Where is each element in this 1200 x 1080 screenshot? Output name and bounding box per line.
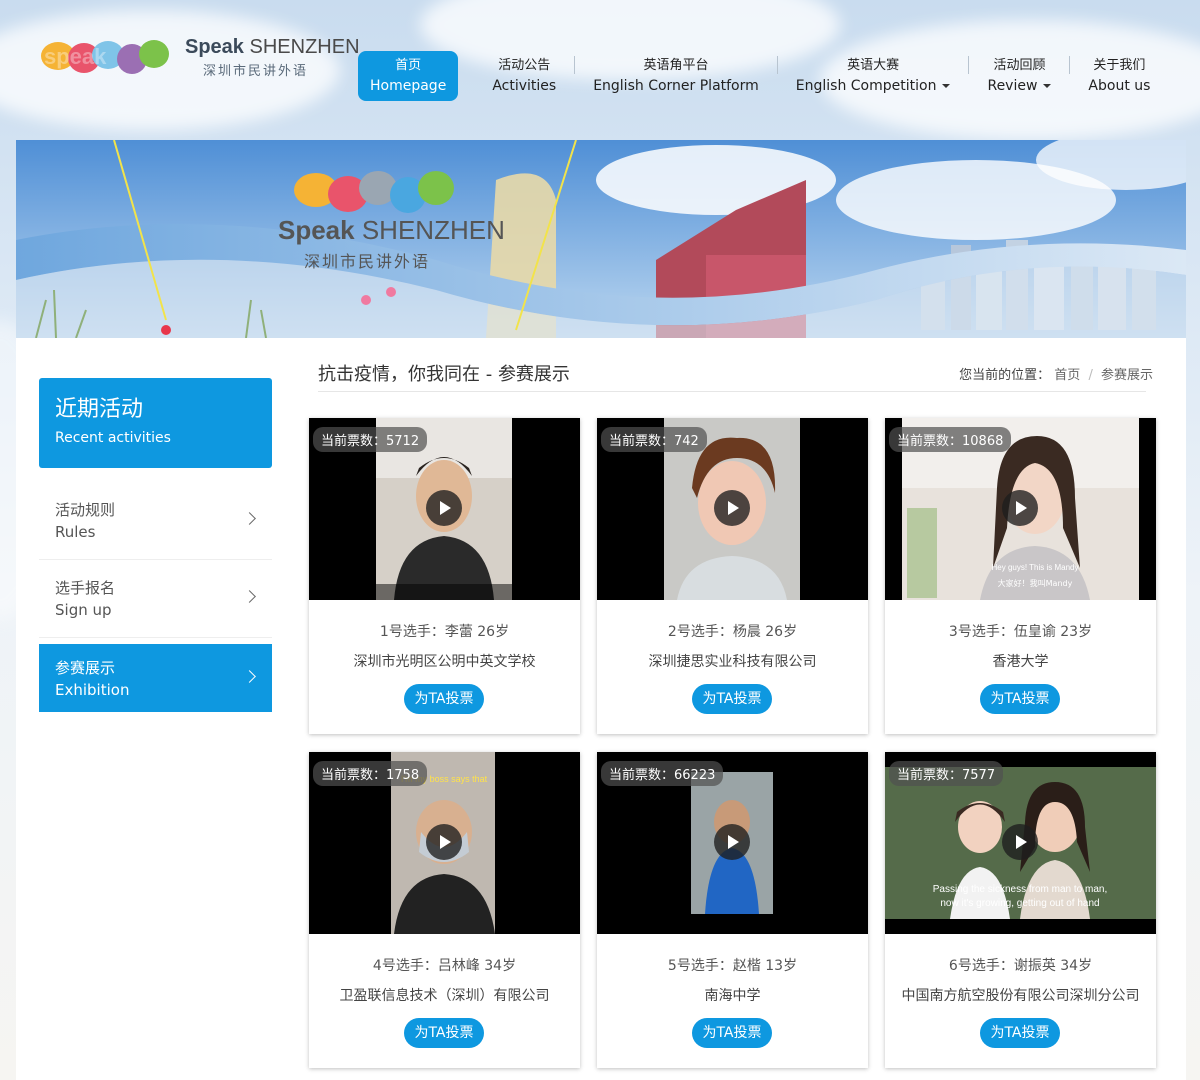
contestant-name: 4号选手：吕林峰 34岁	[372, 958, 517, 974]
contestant-organization: 中国南方航空股份有限公司深圳分公司	[901, 988, 1140, 1004]
play-icon[interactable]	[1002, 490, 1038, 526]
vote-count-badge: 当前票数：66223	[601, 761, 724, 786]
nav-label-en: About us	[1088, 78, 1151, 94]
sidebar-title-cn: 近期活动	[55, 397, 144, 422]
logo-subtitle: 深圳市民讲外语	[203, 64, 309, 79]
sidebar-item-label-en: Exhibition	[55, 681, 130, 699]
vote-count-badge: 当前票数：10868	[889, 427, 1012, 452]
nav-label-en: Review	[987, 76, 1052, 96]
nav-review[interactable]: 活动回顾 Review	[969, 51, 1069, 101]
video-player[interactable]: I'm my boss says that 当前票数：1758	[309, 752, 580, 934]
sidebar-item-sign-up[interactable]: 选手报名 Sign up	[39, 560, 272, 638]
video-player[interactable]: Passing the sickness from man to man, no…	[885, 752, 1156, 934]
play-icon[interactable]	[714, 490, 750, 526]
sidebar-item-exhibition[interactable]: 参赛展示 Exhibition	[39, 644, 272, 712]
speech-bubbles-logo-icon: speak	[41, 40, 169, 74]
vote-button[interactable]: 为TA投票	[404, 1018, 484, 1048]
contestant-organization: 香港大学	[992, 654, 1049, 670]
content-container: Speak SHENZHEN 深圳市民讲外语 近期活动 Recent activ…	[16, 140, 1186, 1080]
sidebar-title-en: Recent activities	[55, 430, 171, 446]
sidebar-item-label-en: Rules	[55, 523, 96, 541]
vote-count-badge: 当前票数：742	[601, 427, 707, 452]
contestant-card: 当前票数：742 2号选手：杨晨 26岁 深圳捷思实业科技有限公司 为TA投票	[597, 418, 868, 734]
play-icon[interactable]	[426, 490, 462, 526]
video-player[interactable]: 当前票数：5712	[309, 418, 580, 600]
nav-activities[interactable]: 活动公告 Activities	[474, 51, 574, 101]
contestant-organization: 南海中学	[704, 988, 761, 1004]
contestant-card: 当前票数：5712 1号选手：李蕾 26岁 深圳市光明区公明中英文学校 为TA投…	[309, 418, 580, 734]
play-icon[interactable]	[426, 824, 462, 860]
nav-label-cn: 关于我们	[1093, 58, 1146, 73]
breadcrumb-home-link[interactable]: 首页	[1054, 368, 1080, 383]
video-caption-cn: 大家好！我叫Mandy	[998, 578, 1073, 588]
breadcrumb-label: 您当前的位置：	[959, 368, 1051, 383]
nav-label-en: Activities	[492, 78, 557, 94]
nav-label-cn: 活动公告	[498, 58, 551, 73]
banner-logo-subtitle: 深圳市民讲外语	[304, 252, 431, 271]
contestant-name: 2号选手：杨晨 26岁	[667, 624, 798, 640]
nav-homepage[interactable]: 首页 Homepage	[358, 51, 459, 101]
contestant-organization: 深圳市光明区公明中英文学校	[353, 654, 536, 670]
nav-label-en: English Corner Platform	[593, 78, 759, 94]
nav-label-en: Homepage	[370, 78, 447, 94]
nav-label-cn: 活动回顾	[993, 58, 1046, 73]
contestant-name: 5号选手：赵楷 13岁	[667, 958, 798, 974]
vote-button[interactable]: 为TA投票	[404, 684, 484, 714]
breadcrumb: 您当前的位置： 首页 / 参赛展示	[959, 364, 1153, 383]
vote-count-badge: 当前票数：5712	[313, 427, 428, 452]
nav-about-us[interactable]: 关于我们 About us	[1070, 51, 1168, 101]
page-title: 抗击疫情，你我同在 - 参赛展示	[318, 364, 570, 385]
contestant-card: Hey guys! This is Mandy 大家好！我叫Mandy 当前票数…	[885, 418, 1156, 734]
nav-label-cn: 首页	[395, 58, 422, 73]
nav-english-corner[interactable]: 英语角平台 English Corner Platform	[575, 51, 777, 101]
vote-button[interactable]: 为TA投票	[980, 1018, 1060, 1048]
contestant-name: 6号选手：谢振英 34岁	[948, 958, 1093, 974]
main-nav: 首页 Homepage 活动公告 Activities 英语角平台 Englis…	[358, 50, 1168, 102]
video-caption-en: Hey guys! This is Mandy	[992, 563, 1079, 572]
nav-label-cn: 英语大赛	[847, 58, 900, 73]
site-header: speak Speak SHENZHEN 深圳市民讲外语 首页 Homepage…	[0, 0, 1200, 130]
video-player[interactable]: Hey guys! This is Mandy 大家好！我叫Mandy 当前票数…	[885, 418, 1156, 600]
sidebar-header: 近期活动 Recent activities	[39, 378, 272, 468]
contestant-name: 3号选手：伍皇谕 23岁	[948, 624, 1093, 640]
vote-button[interactable]: 为TA投票	[692, 684, 772, 714]
sidebar-item-rules[interactable]: 活动规则 Rules	[39, 482, 272, 560]
breadcrumb-current: 参赛展示	[1100, 368, 1153, 383]
site-logo[interactable]: speak Speak SHENZHEN 深圳市民讲外语	[40, 36, 360, 86]
play-icon[interactable]	[714, 824, 750, 860]
nav-english-competition[interactable]: 英语大赛 English Competition	[778, 51, 969, 101]
contestant-organization: 卫盈联信息技术（深圳）有限公司	[339, 988, 550, 1004]
video-caption-line2: now it's growing, getting out of hand	[940, 898, 1099, 909]
sidebar-item-label-cn: 活动规则	[55, 501, 116, 519]
sidebar-item-label-en: Sign up	[55, 601, 112, 619]
hero-banner: Speak SHENZHEN 深圳市民讲外语	[16, 140, 1186, 338]
svg-text:speak: speak	[44, 44, 107, 69]
title-divider	[318, 391, 1146, 392]
banner-logo-title: Speak SHENZHEN	[278, 215, 505, 245]
logo-title: Speak SHENZHEN	[185, 36, 360, 58]
nav-label-cn: 英语角平台	[643, 58, 709, 73]
sidebar: 近期活动 Recent activities 活动规则 Rules 选手报名 S…	[39, 378, 272, 712]
contestant-card: Passing the sickness from man to man, no…	[885, 752, 1156, 1068]
video-player[interactable]: 当前票数：742	[597, 418, 868, 600]
vote-count-badge: 当前票数：1758	[313, 761, 428, 786]
breadcrumb-separator: /	[1088, 368, 1093, 383]
contestant-card: I'm my boss says that 当前票数：1758 4号选手：吕林峰…	[309, 752, 580, 1068]
sidebar-item-label-cn: 参赛展示	[55, 659, 116, 677]
caret-down-icon	[1043, 84, 1052, 88]
play-icon[interactable]	[1002, 824, 1038, 860]
sidebar-item-label-cn: 选手报名	[55, 579, 116, 597]
contestant-organization: 深圳捷思实业科技有限公司	[648, 654, 817, 670]
video-caption-line1: Passing the sickness from man to man,	[933, 884, 1108, 895]
nav-label-en: English Competition	[796, 76, 951, 96]
vote-button[interactable]: 为TA投票	[692, 1018, 772, 1048]
vote-count-badge: 当前票数：7577	[889, 761, 1004, 786]
caret-down-icon	[942, 84, 951, 88]
video-player[interactable]: 当前票数：66223	[597, 752, 868, 934]
vote-button[interactable]: 为TA投票	[980, 684, 1060, 714]
banner-illustration	[16, 140, 1186, 338]
contestant-name: 1号选手：李蕾 26岁	[379, 624, 510, 640]
contestant-card: 当前票数：66223 5号选手：赵楷 13岁 南海中学 为TA投票	[597, 752, 868, 1068]
